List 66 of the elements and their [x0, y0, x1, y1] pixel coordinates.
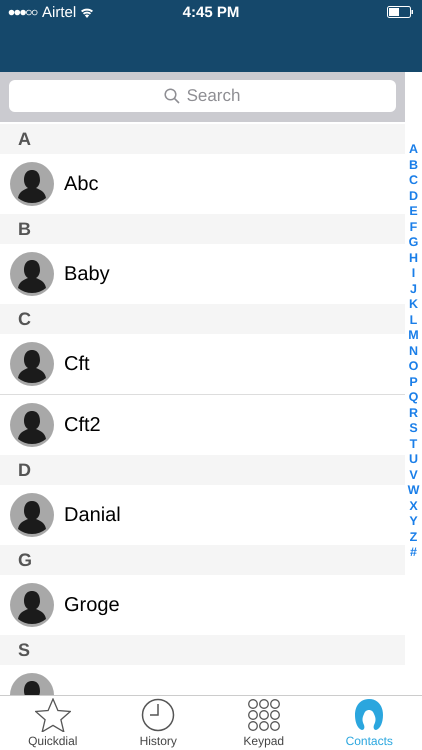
wifi-icon: [80, 6, 94, 18]
index-letter[interactable]: #: [410, 545, 417, 560]
index-letter[interactable]: Z: [410, 530, 418, 545]
avatar-icon: [10, 252, 54, 296]
contact-row[interactable]: Danial: [0, 485, 405, 545]
index-letter[interactable]: M: [408, 328, 419, 344]
index-letter[interactable]: S: [409, 421, 418, 436]
contact-name: Abc: [64, 172, 98, 196]
section-header: G: [0, 545, 405, 575]
index-letter[interactable]: J: [410, 282, 417, 297]
index-letter[interactable]: N: [408, 344, 418, 359]
avatar-icon: [10, 162, 54, 206]
tab[interactable]: Quickdial: [0, 696, 106, 750]
avatar-icon: [10, 342, 54, 386]
contact-row[interactable]: Groge: [0, 575, 405, 635]
section-header: A: [0, 124, 405, 154]
section-header: D: [0, 455, 405, 485]
contact-row[interactable]: Cft: [0, 334, 405, 395]
search-icon: [164, 88, 180, 104]
index-letter[interactable]: C: [408, 173, 418, 188]
index-letter[interactable]: B: [408, 158, 418, 173]
index-letter[interactable]: D: [408, 188, 418, 204]
tab[interactable]: Contacts: [316, 696, 422, 750]
index-letter[interactable]: A: [408, 142, 418, 158]
tab[interactable]: Keypad: [211, 696, 316, 750]
signal-icon: [8, 8, 38, 16]
avatar-icon: [10, 403, 54, 447]
contact-name: Cft2: [64, 414, 101, 436]
contact-row[interactable]: Baby: [0, 244, 405, 304]
section-header: C: [0, 304, 405, 334]
search-field[interactable]: Search: [9, 80, 396, 112]
index-letter[interactable]: T: [410, 436, 418, 452]
index-letter[interactable]: U: [408, 452, 418, 468]
index-letter[interactable]: Q: [408, 390, 418, 406]
contact-name: Groge: [64, 594, 120, 616]
battery-icon: [386, 6, 414, 18]
section-header: S: [0, 635, 405, 665]
avatar-icon: [10, 493, 54, 537]
section-header: B: [0, 214, 405, 244]
tab[interactable]: History: [106, 696, 211, 750]
index-letter[interactable]: O: [408, 359, 418, 374]
index-letter[interactable]: X: [409, 498, 418, 514]
index-letter[interactable]: E: [409, 204, 418, 220]
index-letter[interactable]: V: [409, 468, 418, 483]
contact-row[interactable]: Abc: [0, 154, 405, 214]
index-letter[interactable]: R: [408, 406, 418, 421]
index-letter[interactable]: I: [412, 266, 416, 282]
avatar-icon: [10, 583, 54, 627]
contact-name: Baby: [64, 262, 110, 286]
index-letter[interactable]: W: [408, 483, 420, 498]
keypad-icon: [246, 698, 281, 732]
person-icon: [353, 698, 386, 732]
contact-name: Danial: [64, 504, 121, 526]
status-time: 4:45 PM: [182, 4, 240, 20]
clock-icon: [141, 698, 176, 732]
contact-name: Cft: [64, 352, 90, 376]
index-letter[interactable]: G: [408, 235, 418, 250]
carrier-name: Airtel: [42, 4, 76, 20]
index-letter[interactable]: Y: [409, 514, 418, 530]
star-icon: [34, 698, 71, 732]
index-letter[interactable]: H: [408, 250, 418, 266]
index-letter[interactable]: K: [408, 297, 418, 312]
contact-row[interactable]: Cft2: [0, 395, 405, 455]
index-letter[interactable]: F: [410, 220, 418, 235]
index-letter[interactable]: L: [410, 312, 418, 328]
index-letter[interactable]: P: [409, 374, 418, 390]
